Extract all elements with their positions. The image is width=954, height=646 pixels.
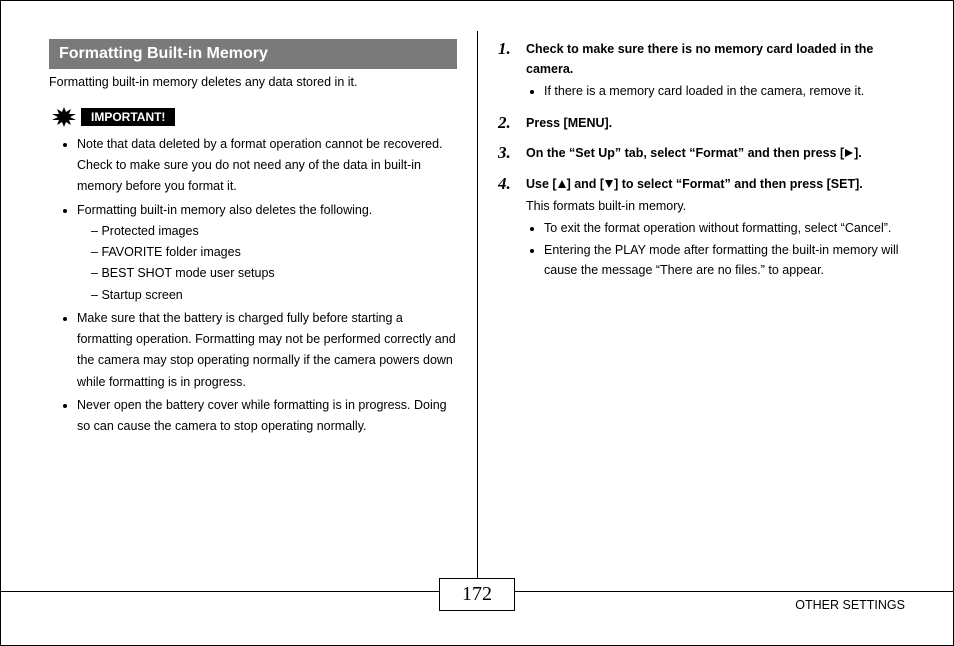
- step-number: 4.: [498, 174, 518, 282]
- important-label: IMPORTANT!: [81, 108, 175, 126]
- list-item: Never open the battery cover while forma…: [77, 395, 457, 438]
- step-number: 2.: [498, 113, 518, 133]
- list-item: Note that data deleted by a format opera…: [77, 134, 457, 198]
- list-item: Make sure that the battery is charged fu…: [77, 308, 457, 393]
- step-bullets: To exit the format operation without for…: [526, 218, 905, 280]
- up-triangle-icon: [557, 179, 567, 189]
- footer-section-label: OTHER SETTINGS: [795, 598, 905, 612]
- step-3: 3. On the “Set Up” tab, select “Format” …: [498, 143, 905, 163]
- step-bullets: If there is a memory card loaded in the …: [526, 81, 905, 101]
- list-item: Formatting built-in memory also deletes …: [77, 200, 457, 306]
- step-number: 1.: [498, 39, 518, 103]
- list-item: FAVORITE folder images: [91, 242, 457, 263]
- step-number: 3.: [498, 143, 518, 163]
- down-triangle-icon: [604, 179, 614, 189]
- list-item-text: Formatting built-in memory also deletes …: [77, 203, 372, 217]
- important-list: Note that data deleted by a format opera…: [49, 134, 457, 438]
- right-triangle-icon: [844, 148, 854, 158]
- section-heading: Formatting Built-in Memory: [49, 39, 457, 69]
- manual-page: Formatting Built-in Memory Formatting bu…: [0, 0, 954, 646]
- step-subtext: This formats built-in memory.: [526, 196, 905, 216]
- page-footer: OTHER SETTINGS 172: [1, 591, 953, 645]
- list-item: To exit the format operation without for…: [544, 218, 905, 238]
- right-column: 1. Check to make sure there is no memory…: [477, 31, 917, 586]
- burst-icon: [51, 106, 77, 128]
- step-heading: Check to make sure there is no memory ca…: [526, 39, 905, 79]
- two-column-layout: Formatting Built-in Memory Formatting bu…: [37, 31, 917, 586]
- intro-text: Formatting built-in memory deletes any d…: [49, 73, 457, 92]
- list-item: If there is a memory card loaded in the …: [544, 81, 905, 101]
- important-callout: IMPORTANT!: [51, 106, 457, 128]
- left-column: Formatting Built-in Memory Formatting bu…: [37, 31, 477, 586]
- step-heading: Press [MENU].: [526, 113, 905, 133]
- deleted-items-list: Protected images FAVORITE folder images …: [77, 221, 457, 306]
- page-number: 172: [439, 578, 515, 611]
- step-2: 2. Press [MENU].: [498, 113, 905, 133]
- list-item: Entering the PLAY mode after formatting …: [544, 240, 905, 280]
- step-heading: On the “Set Up” tab, select “Format” and…: [526, 143, 905, 163]
- list-item: BEST SHOT mode user setups: [91, 263, 457, 284]
- list-item: Protected images: [91, 221, 457, 242]
- step-1: 1. Check to make sure there is no memory…: [498, 39, 905, 103]
- step-4: 4. Use [] and [] to select “Format” and …: [498, 174, 905, 282]
- list-item: Startup screen: [91, 285, 457, 306]
- step-heading: Use [] and [] to select “Format” and the…: [526, 174, 905, 194]
